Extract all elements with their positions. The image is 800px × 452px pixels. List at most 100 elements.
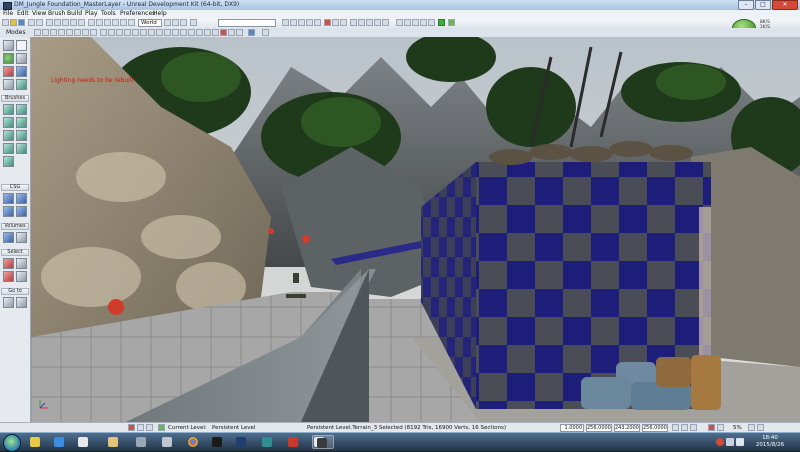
taskbar-app-3dsmax[interactable]: [258, 435, 276, 449]
minimize-button[interactable]: –: [738, 0, 754, 10]
start-button[interactable]: [3, 434, 21, 452]
camera-speed-icon[interactable]: [132, 29, 139, 36]
maximize-button[interactable]: □: [755, 0, 771, 10]
paths-icon[interactable]: [188, 29, 195, 36]
sprites-icon[interactable]: [228, 29, 235, 36]
wireframe-mode-icon[interactable]: [58, 29, 65, 36]
undo-icon[interactable]: [28, 19, 35, 26]
texture-align-icon[interactable]: [16, 53, 27, 64]
scale-grid-icon[interactable]: [180, 19, 187, 26]
add-volume-icon[interactable]: [3, 232, 14, 243]
position-z-field[interactable]: 256.0000: [642, 424, 668, 432]
static-mesh-mode-icon[interactable]: [16, 66, 27, 77]
pin-icon[interactable]: [262, 29, 269, 36]
curved-stair-icon[interactable]: [3, 117, 14, 128]
volume-list-icon[interactable]: [16, 232, 27, 243]
terrain-mode-icon[interactable]: [3, 53, 14, 64]
sound-icon[interactable]: [340, 19, 347, 26]
taskbar-app-photoshop[interactable]: [232, 435, 250, 449]
taskbar-app-ie[interactable]: [50, 435, 68, 449]
kismet-refs-icon[interactable]: [220, 29, 227, 36]
invert-selection-icon[interactable]: [3, 271, 14, 282]
build-geometry-icon[interactable]: [282, 19, 289, 26]
goto-actor-icon[interactable]: [3, 297, 14, 308]
volume-icon[interactable]: [726, 438, 734, 446]
hide-selected-icon[interactable]: [16, 258, 27, 269]
pie-icon[interactable]: [358, 19, 365, 26]
foliage-mode-icon[interactable]: [16, 79, 27, 90]
matinee-icon[interactable]: [332, 19, 339, 26]
select-icon[interactable]: [54, 19, 61, 26]
show-selected-icon[interactable]: [3, 258, 14, 269]
taskbar-app-calculator[interactable]: [158, 435, 176, 449]
drag-grid-field[interactable]: 1.0000: [560, 424, 584, 432]
notification-icon[interactable]: [716, 438, 724, 446]
scale-icon[interactable]: [78, 19, 85, 26]
grid-snap-icon[interactable]: [672, 424, 679, 431]
search-input[interactable]: [218, 19, 276, 27]
bsp-icon[interactable]: [196, 29, 203, 36]
level-lock-icon[interactable]: [128, 424, 135, 431]
play-on-pc-icon[interactable]: [404, 19, 411, 26]
ios-icon[interactable]: [420, 19, 427, 26]
menu-brush[interactable]: Brush: [48, 10, 65, 18]
menu-build[interactable]: Build: [67, 10, 82, 18]
lock-icon[interactable]: [124, 29, 131, 36]
perspective-viewport[interactable]: [31, 37, 800, 422]
static-mesh-icon[interactable]: [212, 29, 219, 36]
taskbar-app-terminal[interactable]: [208, 435, 226, 449]
taskbar-app-media[interactable]: [74, 435, 92, 449]
zoom-down-icon[interactable]: [748, 424, 755, 431]
sphere-brush-icon[interactable]: [16, 143, 27, 154]
drag-grid-toggle-icon[interactable]: [158, 424, 165, 431]
lit-mode-icon[interactable]: [42, 29, 49, 36]
new-icon[interactable]: [2, 19, 9, 26]
vertex-snap-icon[interactable]: [717, 424, 724, 431]
platform-icon[interactable]: [374, 19, 381, 26]
close-button[interactable]: ✕: [772, 0, 798, 10]
redo-icon[interactable]: [36, 19, 43, 26]
volumetric-brush-icon[interactable]: [3, 156, 14, 167]
taskbar-app-qq[interactable]: [26, 435, 44, 449]
rotation-grid-icon[interactable]: [172, 19, 179, 26]
search-icon[interactable]: [46, 19, 53, 26]
play-in-editor-icon[interactable]: [396, 19, 403, 26]
rotation-snap-icon[interactable]: [681, 424, 688, 431]
geometry-mode-icon[interactable]: [16, 40, 27, 51]
csg-deintersect-icon[interactable]: [16, 206, 27, 217]
show-all-icon[interactable]: [16, 271, 27, 282]
menu-file[interactable]: File: [3, 10, 13, 18]
build-lighting-icon[interactable]: [290, 19, 297, 26]
spiral-stair-icon[interactable]: [3, 143, 14, 154]
content-browser-icon[interactable]: [128, 19, 135, 26]
particles-icon[interactable]: [172, 29, 179, 36]
linear-stair-icon[interactable]: [3, 130, 14, 141]
csg-add-icon[interactable]: [3, 193, 14, 204]
build-cover-icon[interactable]: [306, 19, 313, 26]
mesh-paint-icon[interactable]: [3, 66, 14, 77]
cone-brush-icon[interactable]: [16, 104, 27, 115]
build-paths-icon[interactable]: [298, 19, 305, 26]
search-field-icon[interactable]: [190, 19, 197, 26]
fog-icon[interactable]: [148, 29, 155, 36]
clock[interactable]: 18:40 2015/8/26: [748, 435, 792, 449]
cover-edit-icon[interactable]: [3, 79, 14, 90]
taskbar-app-udk[interactable]: [312, 435, 334, 449]
network-icon[interactable]: [736, 438, 744, 446]
camera-mode-icon[interactable]: [3, 40, 14, 51]
save-icon[interactable]: [18, 19, 25, 26]
taskbar-app-explorer[interactable]: [104, 435, 122, 449]
play-mobile-icon[interactable]: [412, 19, 419, 26]
viewport-settings-icon[interactable]: [248, 29, 255, 36]
menu-view[interactable]: View: [32, 10, 46, 18]
menu-tools[interactable]: Tools: [101, 10, 116, 18]
light-icon[interactable]: [112, 19, 119, 26]
scale-snap-icon[interactable]: [690, 424, 697, 431]
post-process-icon[interactable]: [164, 29, 171, 36]
camera-icon[interactable]: [104, 19, 111, 26]
terrain-icon[interactable]: [204, 29, 211, 36]
drag-grid-icon[interactable]: [164, 19, 171, 26]
menu-play[interactable]: Play: [85, 10, 98, 18]
device-icon[interactable]: [428, 19, 435, 26]
menu-edit[interactable]: Edit: [17, 10, 29, 18]
